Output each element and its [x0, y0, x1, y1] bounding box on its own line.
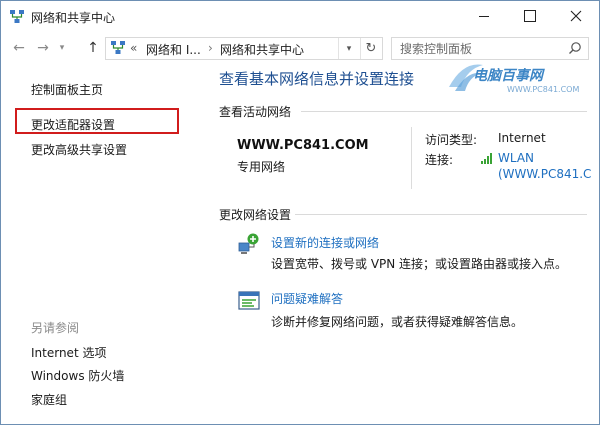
- window: 网络和共享中心 ← → ▾ ↑ « 网络和 I... › 网络和共享中心 ▾ ↻: [0, 0, 600, 425]
- connection-wlan-link[interactable]: WLAN: [498, 151, 534, 165]
- internet-options-link[interactable]: Internet 选项: [31, 344, 106, 361]
- access-type-label: 访问类型:: [425, 133, 478, 147]
- page-title: 查看基本网络信息并设置连接: [219, 70, 415, 88]
- section-divider: [295, 214, 587, 215]
- breadcrumb-network-internet[interactable]: 网络和 I...: [146, 41, 201, 58]
- maximize-icon[interactable]: [507, 1, 553, 31]
- search-input[interactable]: [398, 40, 562, 58]
- access-type-value: Internet: [498, 131, 546, 145]
- network-name: WWW.PC841.COM: [237, 138, 369, 153]
- connection-label: 连接:: [425, 153, 454, 167]
- troubleshoot-icon: [238, 291, 260, 310]
- refresh-icon[interactable]: ↻: [360, 38, 381, 59]
- vertical-divider: [411, 127, 412, 189]
- troubleshoot-link[interactable]: 问题疑难解答: [271, 290, 343, 307]
- homegroup-link[interactable]: 家庭组: [31, 391, 67, 408]
- wifi-signal-icon: [481, 153, 492, 164]
- change-advanced-sharing-link[interactable]: 更改高级共享设置: [31, 141, 127, 158]
- see-also-heading: 另请参阅: [31, 321, 80, 335]
- watermark-logo: 电脑百事网 WWW.PC841.COM: [445, 57, 595, 101]
- troubleshoot-desc: 诊断并修复网络问题，或者获得疑难解答信息。: [271, 315, 524, 329]
- window-title: 网络和共享中心: [31, 11, 116, 25]
- forward-icon[interactable]: →: [33, 38, 53, 58]
- change-adapter-settings-link[interactable]: 更改适配器设置: [31, 116, 115, 133]
- setup-connection-desc: 设置宽带、拨号或 VPN 连接；或设置路由器或接入点。: [271, 257, 568, 271]
- section-divider: [301, 111, 587, 112]
- address-bar[interactable]: « 网络和 I... › 网络和共享中心 ▾ ↻: [105, 37, 383, 60]
- watermark-url: WWW.PC841.COM: [507, 85, 580, 94]
- change-settings-heading: 更改网络设置: [219, 208, 292, 222]
- new-connection-icon: [238, 233, 259, 254]
- watermark-name: 电脑百事网: [473, 68, 543, 84]
- title-bar: 网络和共享中心: [1, 1, 599, 33]
- chevron-down-icon[interactable]: ▾: [55, 38, 69, 58]
- up-arrow-icon[interactable]: ↑: [83, 38, 103, 58]
- network-type[interactable]: 专用网络: [237, 158, 285, 175]
- windows-firewall-link[interactable]: Windows 防火墙: [31, 367, 124, 384]
- connection-ssid-link[interactable]: (WWW.PC841.C: [498, 167, 591, 181]
- search-icon[interactable]: [568, 41, 582, 55]
- breadcrumb-network-center[interactable]: 网络和共享中心: [220, 41, 304, 58]
- network-center-icon: [10, 10, 24, 23]
- minimize-icon[interactable]: [461, 1, 507, 31]
- breadcrumb-overflow[interactable]: «: [130, 41, 137, 55]
- back-icon[interactable]: ←: [9, 38, 29, 58]
- active-network-heading: 查看活动网络: [219, 105, 292, 119]
- breadcrumb-separator[interactable]: ›: [208, 41, 213, 55]
- network-center-icon: [111, 41, 125, 54]
- address-dropdown-icon[interactable]: ▾: [338, 38, 359, 59]
- control-panel-home-link[interactable]: 控制面板主页: [31, 81, 103, 98]
- close-icon[interactable]: [553, 1, 599, 31]
- setup-connection-link[interactable]: 设置新的连接或网络: [271, 234, 379, 251]
